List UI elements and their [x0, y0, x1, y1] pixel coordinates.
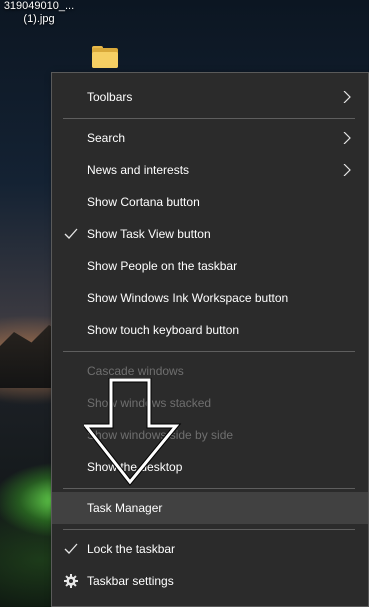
- menu-item-show-cortana-button[interactable]: Show Cortana button: [52, 186, 368, 218]
- menu-item-task-manager[interactable]: Task Manager: [52, 492, 368, 524]
- folder-icon[interactable]: [92, 46, 118, 68]
- menu-item-show-touch-keyboard-button[interactable]: Show touch keyboard button: [52, 314, 368, 346]
- chevron-right-icon: [343, 91, 351, 103]
- checkmark-icon: [64, 228, 78, 239]
- menu-item-show-ink-workspace-button[interactable]: Show Windows Ink Workspace button: [52, 282, 368, 314]
- menu-item-label: Show Windows Ink Workspace button: [87, 291, 289, 305]
- desktop-file-icon[interactable]: 319049010_... (1).jpg: [0, 0, 78, 26]
- menu-item-search[interactable]: Search: [52, 122, 368, 154]
- menu-item-toolbars[interactable]: Toolbars: [52, 81, 368, 113]
- menu-item-label: Show Task View button: [87, 227, 211, 241]
- gear-icon: [64, 574, 78, 588]
- taskbar-context-menu: Toolbars Search News and interests Show …: [51, 72, 369, 607]
- menu-item-news-and-interests[interactable]: News and interests: [52, 154, 368, 186]
- desktop-file-name-line2: (1).jpg: [23, 13, 55, 25]
- menu-item-show-people-on-taskbar[interactable]: Show People on the taskbar: [52, 250, 368, 282]
- menu-item-label: Toolbars: [87, 90, 133, 104]
- menu-item-label: Lock the taskbar: [87, 542, 176, 556]
- menu-item-show-task-view-button[interactable]: Show Task View button: [52, 218, 368, 250]
- desktop-file-name-line1: 319049010_...: [3, 0, 75, 12]
- chevron-right-icon: [343, 132, 351, 144]
- menu-item-lock-the-taskbar[interactable]: Lock the taskbar: [52, 533, 368, 565]
- menu-item-label: Search: [87, 131, 126, 145]
- menu-item-taskbar-settings[interactable]: Taskbar settings: [52, 565, 368, 597]
- menu-separator: [63, 488, 355, 489]
- menu-separator: [63, 529, 355, 530]
- menu-separator: [63, 118, 355, 119]
- chevron-right-icon: [343, 164, 351, 176]
- down-arrow-annotation-icon: [84, 378, 182, 486]
- menu-item-label: Show touch keyboard button: [87, 323, 240, 337]
- menu-item-label: Task Manager: [87, 501, 163, 515]
- menu-item-label: Show People on the taskbar: [87, 259, 238, 273]
- menu-separator: [63, 351, 355, 352]
- menu-item-label: News and interests: [87, 163, 190, 177]
- checkmark-icon: [64, 543, 78, 554]
- menu-item-label: Show Cortana button: [87, 195, 200, 209]
- menu-item-label: Taskbar settings: [87, 574, 174, 588]
